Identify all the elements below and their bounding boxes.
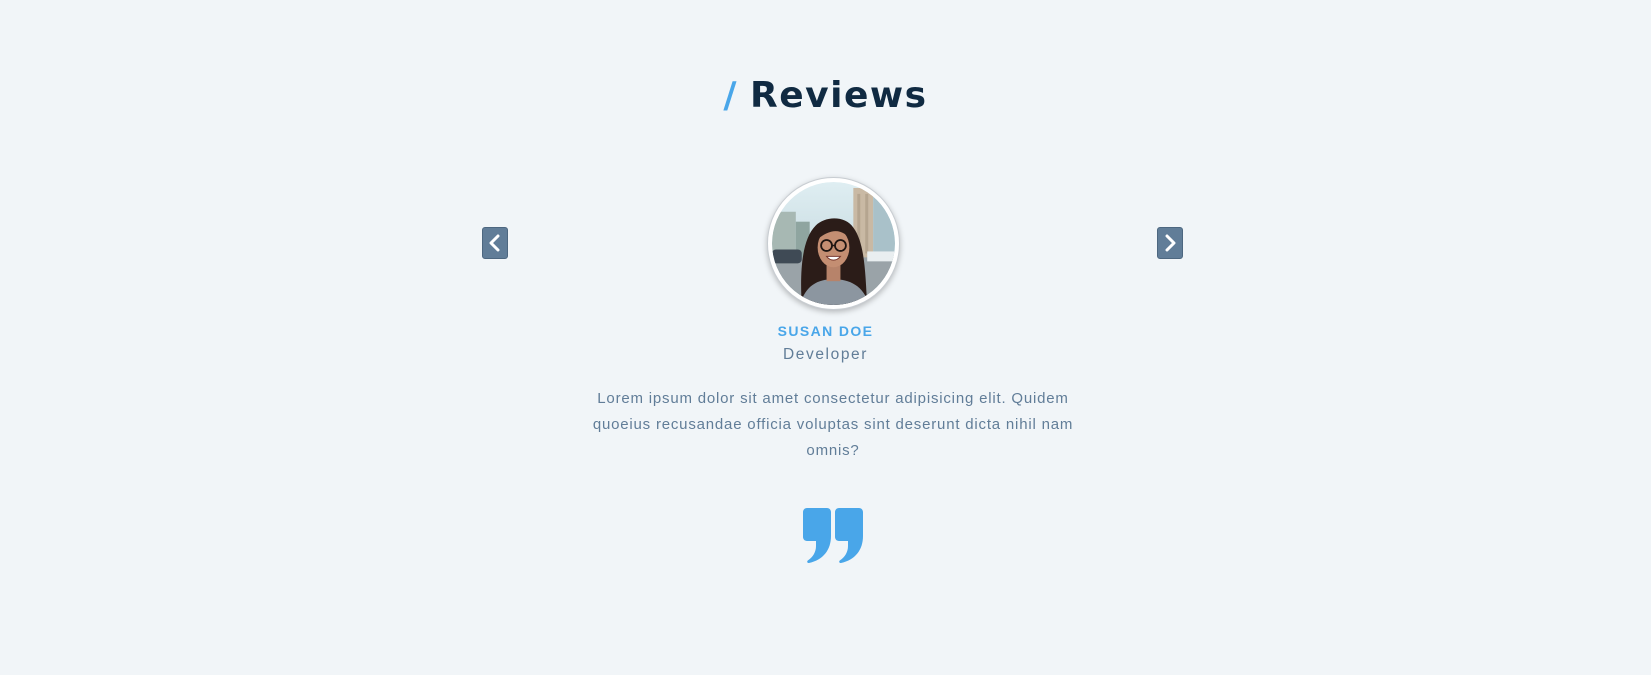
section-title: / Reviews [0,74,1651,117]
quote-right-icon [803,508,863,563]
title-slash: / [723,75,739,116]
chevron-left-icon [489,234,500,252]
reviews-section: / Reviews SUSAN DOE Developer Lorem ipsu… [0,0,1651,675]
next-button[interactable] [1157,227,1183,259]
title-text: Reviews [750,75,928,116]
chevron-right-icon [1165,234,1176,252]
author-name: susan doe [777,323,874,339]
author-job: Developer [782,346,869,363]
prev-button[interactable] [482,227,508,259]
avatar-frame [767,177,900,310]
avatar [772,182,895,305]
review-text: Lorem ipsum dolor sit amet consectetur a… [592,390,1074,459]
